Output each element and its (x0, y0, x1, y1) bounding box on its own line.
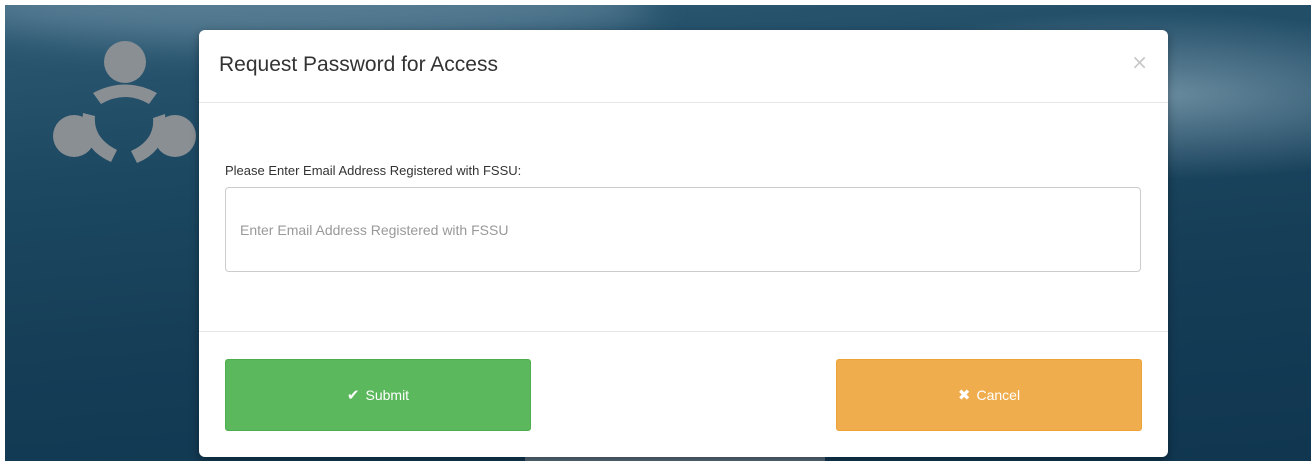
email-field[interactable] (225, 187, 1141, 272)
x-icon: ✖ (957, 386, 971, 404)
submit-button[interactable]: ✔ Submit (225, 359, 531, 431)
modal-body: Please Enter Email Address Registered wi… (199, 103, 1168, 332)
modal-footer: ✔ Submit ✖ Cancel (199, 332, 1168, 456)
submit-label: Submit (365, 387, 410, 403)
modal-title: Request Password for Access (219, 53, 498, 76)
modal-header: Request Password for Access × (199, 30, 1168, 103)
check-icon: ✔ (346, 386, 360, 404)
cancel-label: Cancel (976, 387, 1021, 403)
cancel-button[interactable]: ✖ Cancel (836, 359, 1142, 431)
organization-logo (53, 41, 196, 163)
close-icon[interactable]: × (1131, 52, 1148, 72)
request-password-modal: Request Password for Access × Please Ent… (199, 30, 1168, 457)
email-field-label: Please Enter Email Address Registered wi… (225, 163, 522, 178)
